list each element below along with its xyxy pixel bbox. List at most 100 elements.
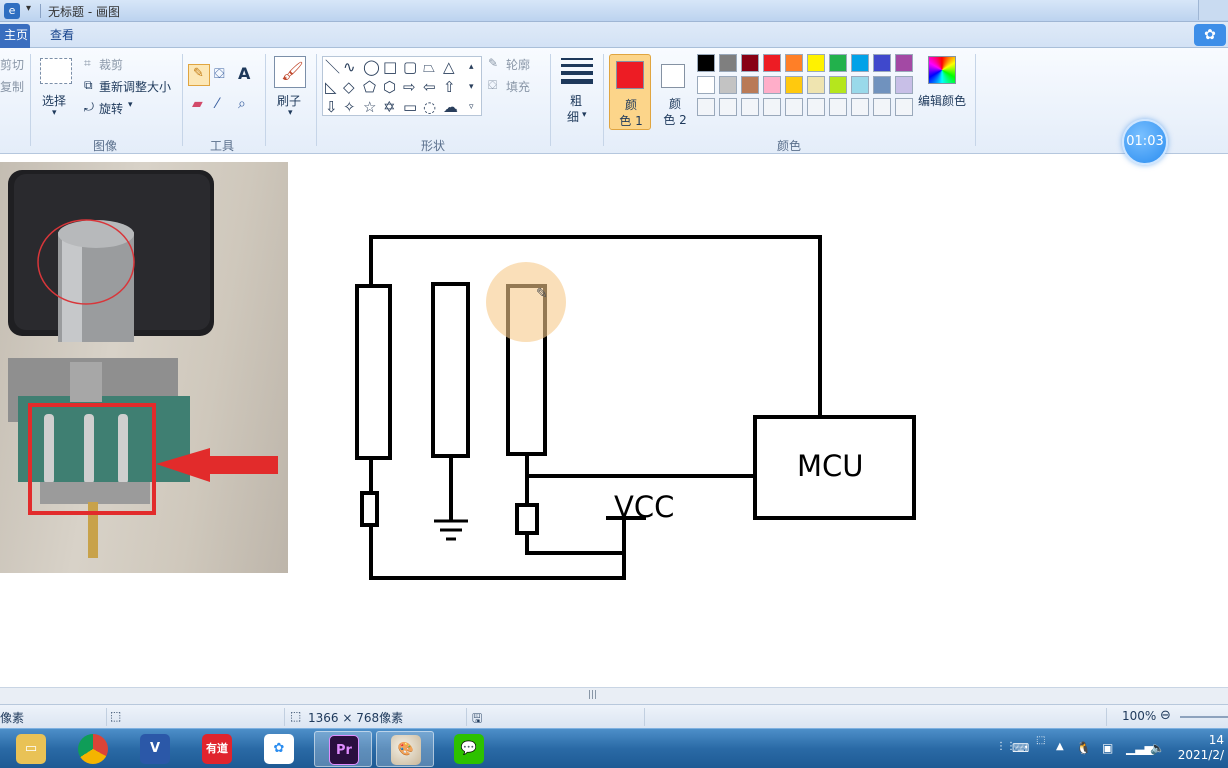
palette-swatch[interactable] (741, 76, 759, 94)
size-label-line2[interactable]: 细 (567, 108, 579, 125)
diamond-shape-icon[interactable]: ◇ (343, 79, 355, 95)
line-size-icon[interactable] (561, 58, 593, 84)
color-picker-tool-icon[interactable]: ⁄ (216, 96, 218, 112)
custom-color-slot[interactable] (807, 98, 825, 116)
taskbar-paint[interactable]: 🎨 (376, 731, 434, 767)
color2-button[interactable]: 颜 色 2 (654, 54, 696, 130)
oval-callout-shape-icon[interactable]: ◌ (423, 99, 436, 115)
taskbar-youdao[interactable]: 有道 (188, 731, 246, 767)
keyboard-icon[interactable]: ⌨ (1012, 741, 1029, 755)
four-point-star-shape-icon[interactable]: ✧ (343, 99, 356, 115)
rotate-button[interactable]: 旋转 (99, 100, 123, 117)
six-point-star-shape-icon[interactable]: ✡ (383, 99, 396, 115)
taskbar-chrome[interactable] (64, 731, 122, 767)
custom-color-slot[interactable] (741, 98, 759, 116)
canvas-resize-bar[interactable]: ||| (0, 687, 1228, 704)
palette-swatch[interactable] (851, 54, 869, 72)
clock[interactable]: 14 2021/2/ (1178, 733, 1224, 763)
volume-icon[interactable]: 🔈 (1150, 741, 1165, 755)
select-dropdown-icon[interactable]: ▾ (52, 108, 57, 118)
baidu-netdisk-float-icon[interactable]: ✿ (1194, 24, 1226, 46)
taskbar-wechat[interactable]: 💬 (440, 731, 498, 767)
custom-color-slot[interactable] (763, 98, 781, 116)
text-tool-icon[interactable]: A (238, 64, 250, 83)
fill-button[interactable]: 填充 (506, 78, 530, 95)
size-label-line1[interactable]: 粗 (570, 92, 582, 109)
drawing-canvas[interactable]: ✎ MCU VCC (0, 155, 1228, 687)
palette-swatch[interactable] (719, 54, 737, 72)
eraser-tool-icon[interactable]: ▰ (192, 96, 203, 112)
brushes-dropdown-icon[interactable]: ▾ (288, 108, 293, 118)
right-arrow-shape-icon[interactable]: ⇨ (403, 79, 416, 95)
palette-swatch[interactable] (719, 76, 737, 94)
brush-icon[interactable]: 🖌 (274, 56, 306, 88)
magnifier-tool-icon[interactable]: ⌕ (238, 96, 246, 112)
rect-callout-shape-icon[interactable]: ▭ (403, 99, 417, 115)
palette-swatch[interactable] (697, 76, 715, 94)
crop-button[interactable]: 裁剪 (99, 56, 123, 73)
oval-shape-icon[interactable]: ◯ (363, 59, 380, 75)
custom-color-slot[interactable] (697, 98, 715, 116)
palette-swatch[interactable] (807, 54, 825, 72)
hexagon-shape-icon[interactable]: ⬡ (383, 79, 396, 95)
pentagon-shape-icon[interactable]: ⬠ (363, 79, 376, 95)
up-arrow-shape-icon[interactable]: ⇧ (443, 79, 456, 95)
quick-access-icon[interactable]: e (4, 3, 20, 19)
five-point-star-shape-icon[interactable]: ☆ (363, 99, 376, 115)
palette-swatch[interactable] (785, 54, 803, 72)
custom-color-slot[interactable] (785, 98, 803, 116)
down-arrow-shape-icon[interactable]: ⇩ (325, 99, 338, 115)
select-button[interactable]: 选择 (42, 92, 66, 109)
quick-access-dropdown-icon[interactable]: ▾ (26, 3, 31, 14)
custom-color-slot[interactable] (829, 98, 847, 116)
edit-colors-icon[interactable] (928, 56, 956, 84)
palette-swatch[interactable] (829, 76, 847, 94)
left-arrow-shape-icon[interactable]: ⇦ (423, 79, 436, 95)
qq-icon[interactable]: 🐧 (1076, 741, 1091, 755)
resize-button[interactable]: 重新调整大小 (99, 78, 171, 95)
input-method-icon[interactable]: ⬚ (1036, 735, 1045, 746)
shapes-scroll-down-icon[interactable]: ▾ (469, 79, 474, 95)
edit-colors-button[interactable]: 编辑颜色 (918, 92, 966, 109)
taskbar-premiere[interactable]: Pr (314, 731, 372, 767)
triangle-shape-icon[interactable]: △ (443, 59, 455, 75)
palette-swatch[interactable] (785, 76, 803, 94)
palette-swatch[interactable] (873, 76, 891, 94)
palette-swatch[interactable] (895, 54, 913, 72)
cloud-callout-shape-icon[interactable]: ☁ (443, 99, 458, 115)
tray-expand-icon[interactable]: ▲ (1056, 741, 1064, 752)
copy-button[interactable]: 复制 (0, 78, 24, 95)
rectangle-shape-icon[interactable]: □ (383, 59, 397, 75)
custom-color-slot[interactable] (873, 98, 891, 116)
device-icon[interactable]: ▣ (1102, 741, 1113, 755)
polygon-shape-icon[interactable]: ⏢ (423, 59, 435, 75)
palette-swatch[interactable] (851, 76, 869, 94)
palette-swatch[interactable] (763, 54, 781, 72)
brushes-button[interactable]: 刷子 (277, 92, 301, 109)
zoom-out-icon[interactable]: ⊖ (1160, 708, 1171, 723)
line-shape-icon[interactable]: ＼ (325, 59, 340, 75)
curve-shape-icon[interactable]: ∿ (343, 59, 356, 75)
taskbar-file-explorer[interactable]: ▭ (2, 731, 60, 767)
custom-color-slot[interactable] (851, 98, 869, 116)
palette-swatch[interactable] (697, 54, 715, 72)
taskbar-baidu-netdisk[interactable]: ✿ (250, 731, 308, 767)
size-dropdown-icon[interactable]: ▾ (582, 110, 587, 120)
taskbar-v-app[interactable]: V (126, 731, 184, 767)
palette-swatch[interactable] (807, 76, 825, 94)
right-triangle-shape-icon[interactable]: ◺ (325, 79, 337, 95)
outline-button[interactable]: 轮廓 (506, 56, 530, 73)
select-icon[interactable] (40, 58, 72, 84)
palette-swatch[interactable] (829, 54, 847, 72)
rounded-rectangle-shape-icon[interactable]: ▢ (403, 59, 417, 75)
window-controls[interactable] (1198, 0, 1228, 20)
color1-button[interactable]: 颜 色 1 (609, 54, 651, 130)
palette-swatch[interactable] (741, 54, 759, 72)
shapes-scroll-up-icon[interactable]: ▴ (469, 59, 474, 75)
custom-color-slot[interactable] (895, 98, 913, 116)
shapes-expand-icon[interactable]: ▿ (469, 99, 474, 115)
tab-view[interactable]: 查看 (50, 24, 74, 48)
cut-button[interactable]: 剪切 (0, 56, 24, 73)
shapes-gallery[interactable]: ＼ ∿ ◯ □ ▢ ⏢ △ ◺ ◇ ⬠ ⬡ ⇨ ⇦ ⇧ ⇩ ✧ ☆ ✡ ▭ ◌ … (322, 56, 482, 116)
pencil-tool-icon[interactable]: ✎ (188, 64, 210, 86)
